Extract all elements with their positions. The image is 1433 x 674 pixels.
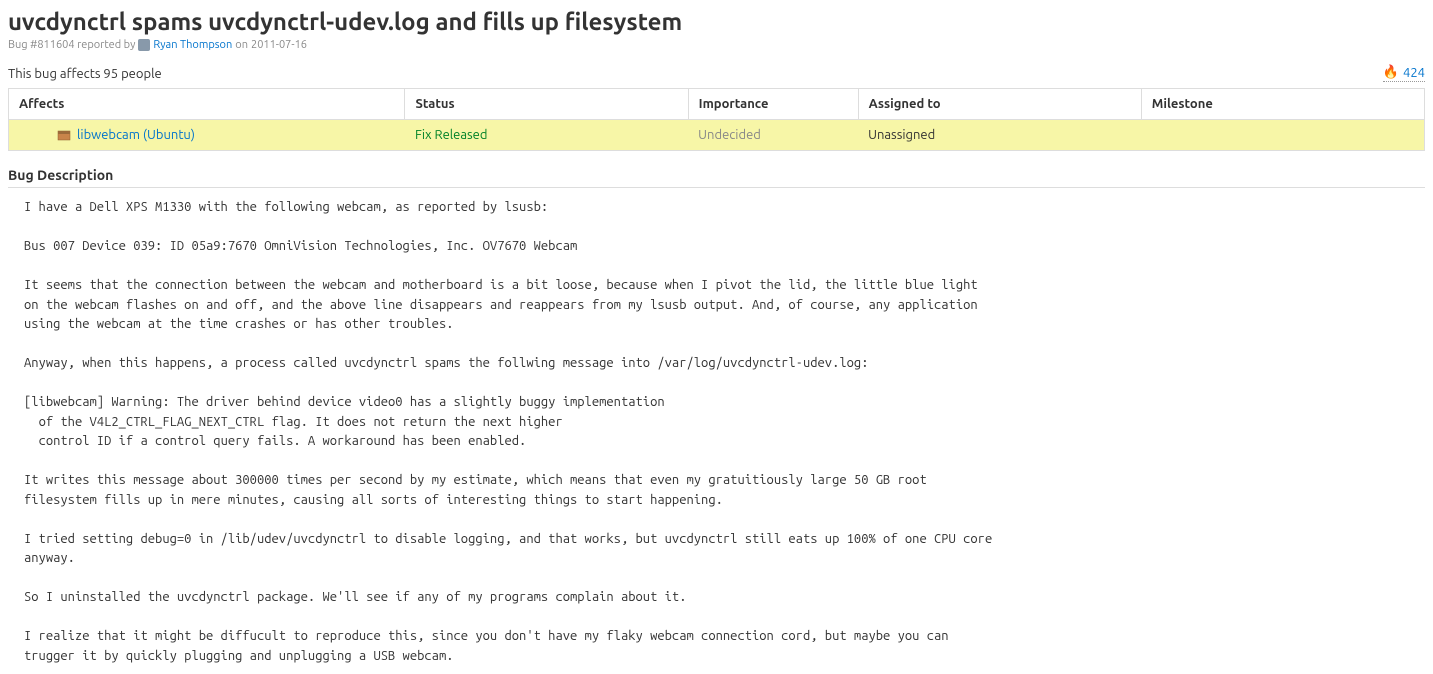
package-icon — [57, 128, 71, 142]
heat-value: 424 — [1403, 66, 1425, 80]
description-header: Bug Description — [8, 163, 1425, 188]
description-body: I have a Dell XPS M1330 with the followi… — [8, 198, 1425, 666]
bug-tasks-table: Affects Status Importance Assigned to Mi… — [8, 88, 1425, 151]
th-milestone: Milestone — [1141, 89, 1424, 120]
th-importance: Importance — [688, 89, 858, 120]
bug-subtitle: Bug #811604 reported by Ryan Thompson on… — [8, 39, 1425, 51]
avatar-icon — [138, 39, 150, 51]
report-date: 2011-07-16 — [251, 39, 307, 51]
date-prefix: on — [235, 39, 248, 51]
bug-title: uvcdynctrl spams uvcdynctrl-udev.log and… — [8, 8, 1425, 35]
bug-prefix: Bug #811604 reported by — [8, 39, 135, 51]
bug-header: uvcdynctrl spams uvcdynctrl-udev.log and… — [8, 8, 1425, 51]
reporter-link[interactable]: Ryan Thompson — [153, 39, 232, 51]
assigned-cell[interactable]: Unassigned — [858, 120, 1141, 151]
milestone-cell[interactable] — [1141, 120, 1424, 151]
importance-cell[interactable]: Undecided — [688, 120, 858, 151]
th-assigned: Assigned to — [858, 89, 1141, 120]
affects-bar: This bug affects 95 people 🔥 424 — [8, 57, 1425, 88]
table-row: libwebcam (Ubuntu) Fix Released Undecide… — [9, 120, 1425, 151]
fire-icon: 🔥 — [1383, 65, 1399, 80]
th-status: Status — [405, 89, 688, 120]
status-cell[interactable]: Fix Released — [405, 120, 688, 151]
th-affects: Affects — [9, 89, 405, 120]
bug-heat[interactable]: 🔥 424 — [1383, 65, 1425, 82]
affects-text: This bug affects 95 people — [8, 67, 162, 81]
package-link[interactable]: libwebcam (Ubuntu) — [77, 128, 195, 142]
table-header-row: Affects Status Importance Assigned to Mi… — [9, 89, 1425, 120]
affects-cell: libwebcam (Ubuntu) — [9, 120, 405, 151]
